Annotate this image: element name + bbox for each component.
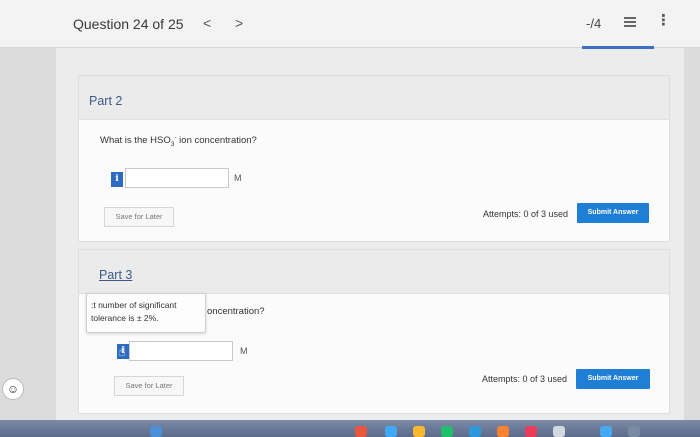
part-3-header: Part 3 [79, 250, 669, 294]
hand-cursor-icon: ☝ [118, 344, 126, 359]
question-counter: Question 24 of 25 [73, 16, 184, 32]
dock-app-icon[interactable] [525, 426, 537, 437]
part-3-answer-input[interactable] [129, 341, 233, 361]
part-2-attempts: Attempts: 0 of 3 used [483, 209, 569, 219]
active-tab-indicator [582, 46, 654, 49]
dock [0, 420, 700, 437]
dock-app-icon[interactable] [413, 426, 425, 437]
submit-answer-button[interactable]: Submit Answer [576, 369, 650, 389]
info-tooltip: :t number of significant tolerance is ± … [86, 293, 206, 333]
question-header: Question 24 of 25 < > -/4 ⋮ [0, 0, 700, 48]
part-2-answer-input[interactable] [125, 168, 229, 188]
dock-app-icon[interactable] [150, 426, 162, 437]
list-icon[interactable] [624, 17, 636, 28]
part-2-title: Part 2 [89, 94, 123, 108]
dock-app-icon[interactable] [355, 426, 367, 437]
score-display: -/4 [586, 16, 602, 31]
save-for-later-button[interactable]: Save for Later [104, 207, 174, 227]
part-2-unit: M [234, 173, 242, 183]
dock-app-icon[interactable] [385, 426, 397, 437]
dock-app-icon[interactable] [553, 426, 565, 437]
dock-app-icon[interactable] [497, 426, 509, 437]
previous-question-chevron-icon[interactable]: < [203, 15, 211, 31]
dock-app-icon[interactable] [469, 426, 481, 437]
accessibility-icon[interactable]: ☺ [2, 378, 24, 400]
tooltip-line: tolerance is ± 2%. [91, 313, 159, 323]
part-2-card: Part 2 What is the HSO3- ion concentrati… [78, 75, 670, 242]
dock-app-icon[interactable] [600, 426, 612, 437]
part-3-question: oncentration? [207, 306, 265, 317]
info-icon[interactable]: i [111, 172, 123, 187]
part-2-question: What is the HSO3- ion concentration? [100, 134, 257, 149]
save-for-later-button[interactable]: Save for Later [114, 376, 184, 396]
kebab-icon[interactable]: ⋮ [656, 13, 671, 28]
tooltip-line: :t number of significant [91, 300, 177, 310]
dock-app-icon[interactable] [628, 426, 640, 437]
next-question-chevron-icon[interactable]: > [235, 15, 243, 31]
submit-answer-button[interactable]: Submit Answer [577, 203, 649, 223]
part-2-header: Part 2 [79, 76, 669, 120]
part-3-title[interactable]: Part 3 [99, 268, 132, 282]
part-3-unit: M [240, 346, 248, 356]
part-3-attempts: Attempts: 0 of 3 used [482, 374, 568, 384]
dock-app-icon[interactable] [441, 426, 453, 437]
